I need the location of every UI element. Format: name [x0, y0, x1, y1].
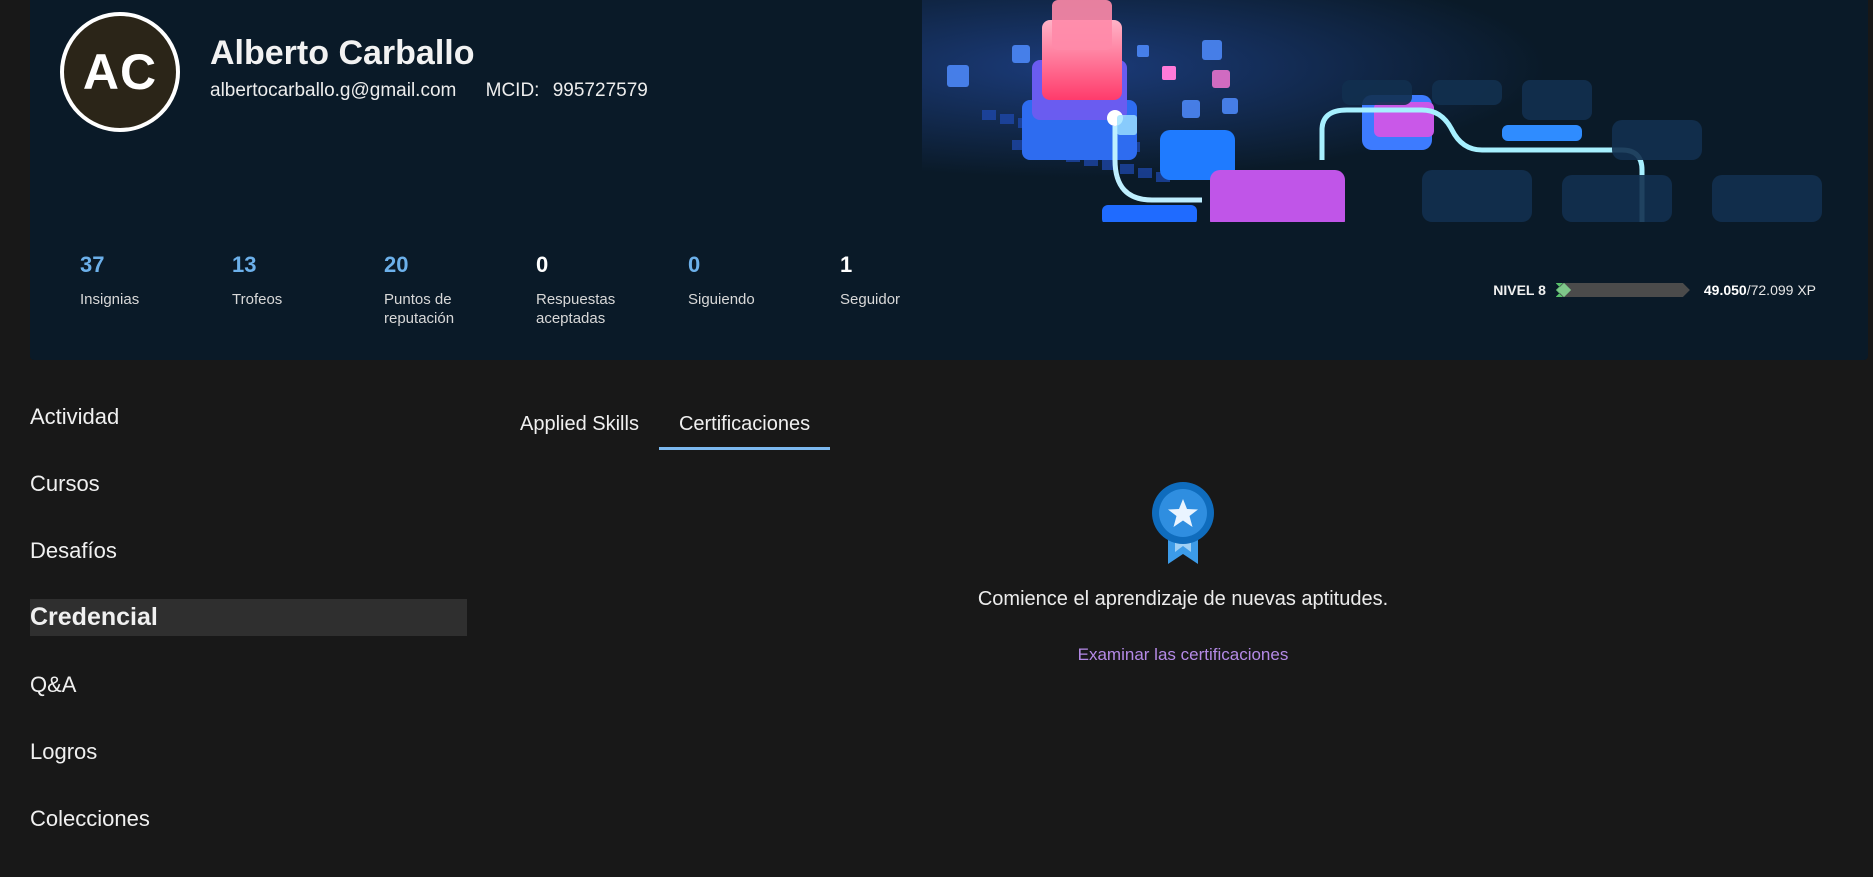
- sidebar-item-qa[interactable]: Q&A: [30, 666, 467, 703]
- stat-value: 0: [688, 252, 701, 277]
- tab-certificaciones[interactable]: Certificaciones: [658, 403, 831, 450]
- browse-certifications-link[interactable]: Examinar las certificaciones: [1078, 645, 1289, 665]
- empty-state-message: Comience el aprendizaje de nuevas aptitu…: [977, 588, 1389, 610]
- level-label: NIVEL 8: [1493, 282, 1546, 298]
- stat-insignias[interactable]: 37 Insignias: [80, 252, 232, 328]
- hero-banner-image: [922, 0, 1868, 222]
- xp-current: 49.050: [1703, 282, 1747, 298]
- sidebar-item-colecciones[interactable]: Colecciones: [30, 800, 467, 837]
- profile-stats: 37 Insignias 13 Trofeos 20 Puntos de rep…: [80, 252, 992, 328]
- stat-puntos-reputacion[interactable]: 20 Puntos de reputación: [384, 252, 536, 328]
- profile-contact: albertocarballo.g@gmail.com MCID: 995727…: [210, 80, 648, 102]
- stat-seguidor: 1 Seguidor: [840, 252, 992, 328]
- credential-tabs: Applied Skills Certificaciones: [500, 403, 831, 450]
- stat-label: Seguidor: [840, 291, 901, 308]
- stat-label: Puntos de reputación: [384, 291, 455, 327]
- sidebar-item-actividad[interactable]: Actividad: [30, 398, 467, 435]
- award-ribbon-icon: [1152, 482, 1214, 564]
- avatar[interactable]: AC: [60, 12, 180, 132]
- stat-value: 37: [80, 252, 105, 277]
- sidebar-nav: Actividad Cursos Desafíos Credencial Q&A…: [30, 398, 467, 867]
- level-progress: NIVEL 8 49.050/72.099 XP: [1493, 282, 1816, 298]
- xp-total: /72.099 XP: [1746, 282, 1816, 298]
- sidebar-item-logros[interactable]: Logros: [30, 733, 467, 770]
- stat-label: Siguiendo: [688, 291, 755, 308]
- stat-label: Insignias: [80, 291, 140, 308]
- stat-label: Respuestas aceptadas: [536, 291, 616, 327]
- mcid-label: MCID:: [485, 80, 540, 101]
- stat-trofeos[interactable]: 13 Trofeos: [232, 252, 384, 328]
- sidebar-item-desafios[interactable]: Desafíos: [30, 532, 467, 569]
- stat-siguiendo[interactable]: 0 Siguiendo: [688, 252, 840, 328]
- xp-readout: 49.050/72.099 XP: [1704, 282, 1816, 298]
- tab-applied-skills[interactable]: Applied Skills: [500, 403, 659, 450]
- empty-state: Comience el aprendizaje de nuevas aptitu…: [900, 480, 1466, 665]
- sidebar-item-cursos[interactable]: Cursos: [30, 465, 467, 502]
- xp-progress-track: [1555, 283, 1690, 297]
- stat-value: 20: [384, 252, 409, 277]
- stat-value: 0: [536, 252, 549, 277]
- profile-card: AC Alberto Carballo albertocarballo.g@gm…: [30, 0, 1868, 360]
- profile-name: Alberto Carballo: [210, 34, 475, 72]
- mcid-value: 995727579: [552, 80, 648, 101]
- stat-value: 1: [840, 252, 853, 277]
- stat-respuestas-aceptadas: 0 Respuestas aceptadas: [536, 252, 688, 328]
- xp-progress-bar: [1555, 282, 1690, 298]
- sidebar-item-credencial[interactable]: Credencial: [30, 599, 467, 636]
- stat-value: 13: [232, 252, 257, 277]
- profile-email: albertocarballo.g@gmail.com: [210, 80, 457, 101]
- stat-label: Trofeos: [232, 291, 283, 308]
